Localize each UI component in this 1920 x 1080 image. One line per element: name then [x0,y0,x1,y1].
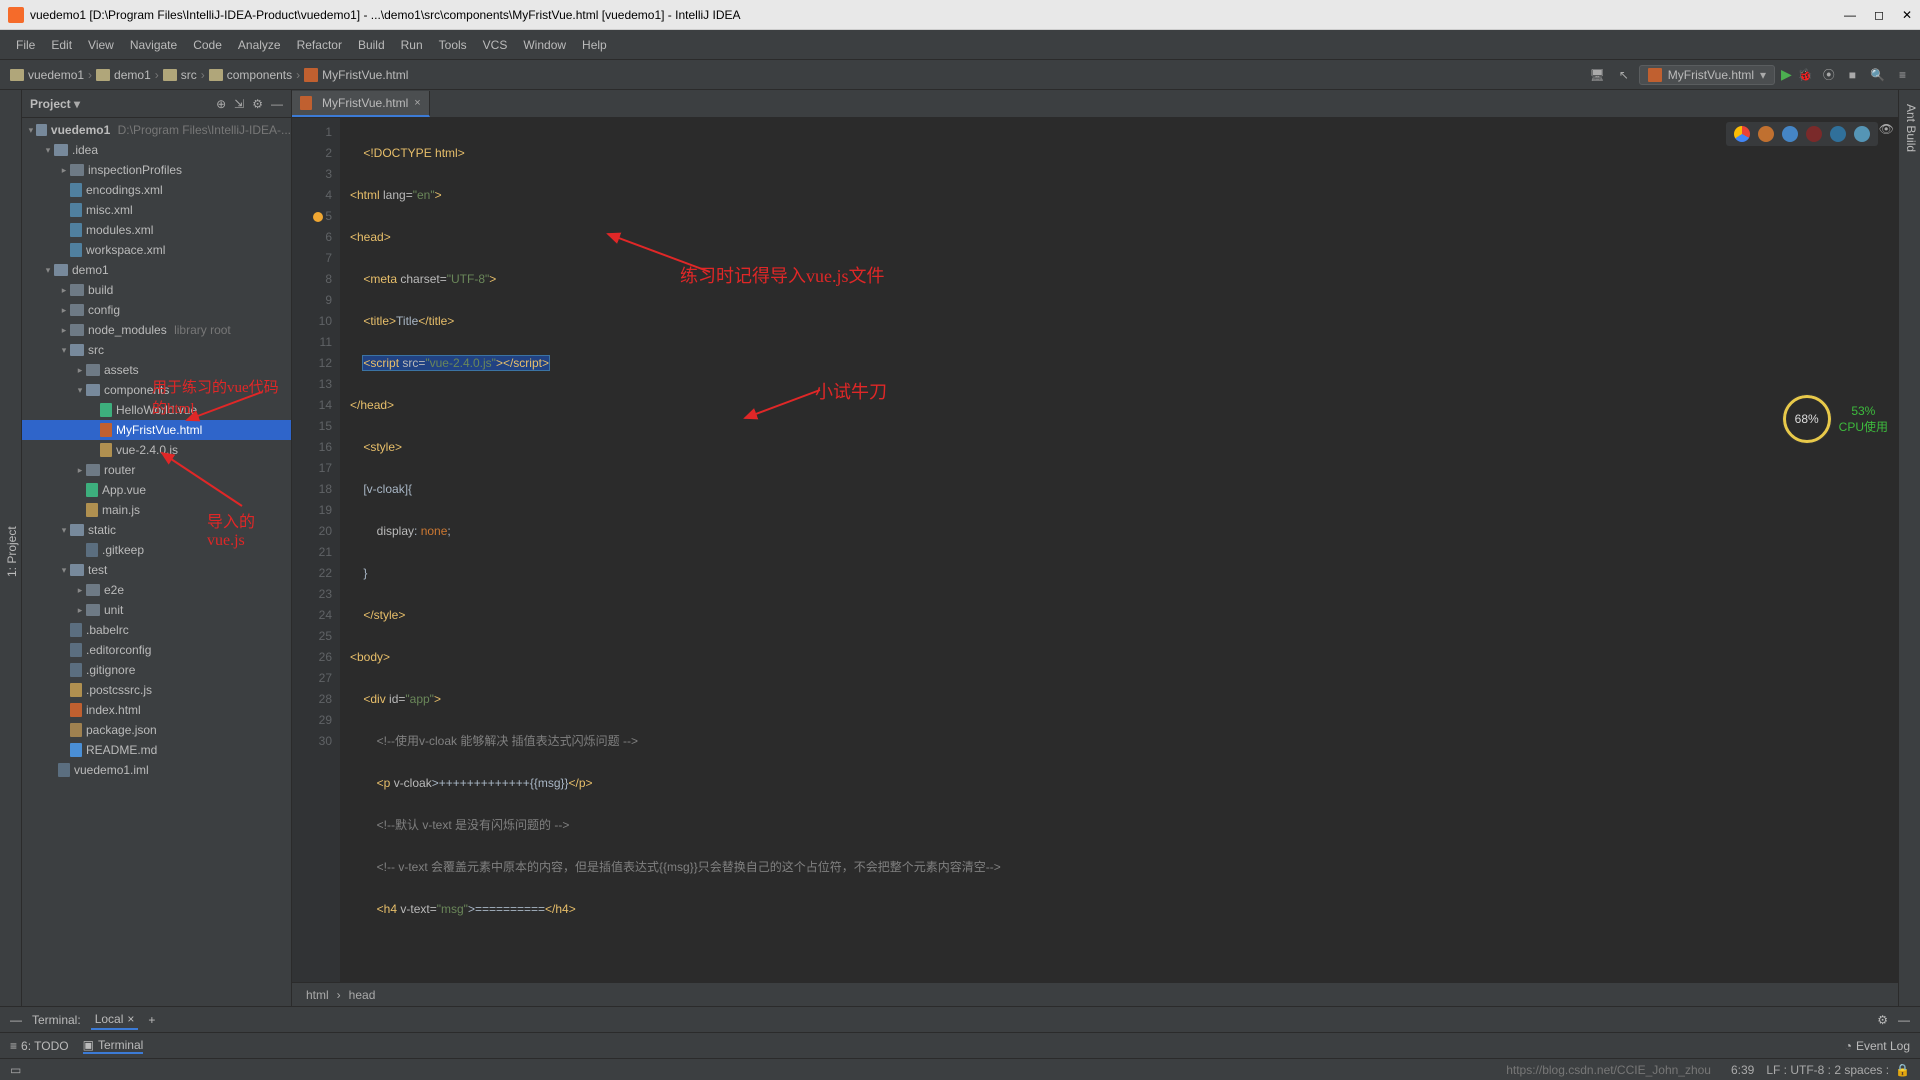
panel-settings-icon[interactable]: ⚙ [252,97,263,111]
menu-view[interactable]: View [80,34,122,56]
search-button[interactable]: 🔍 [1866,66,1889,84]
terminal-tab-local[interactable]: Local× [91,1010,139,1030]
right-tool-stripe: Ant Build m Maven Database [1898,90,1920,1006]
menu-file[interactable]: File [8,34,43,56]
project-panel-title: Project [30,97,71,111]
nav-row: vuedemo1 › demo1 › src › components › My… [0,60,1920,90]
status-lock-icon[interactable]: 🔒 [1895,1063,1910,1077]
menu-navigate[interactable]: Navigate [122,34,185,56]
menu-edit[interactable]: Edit [43,34,80,56]
back-icon[interactable]: ↖ [1615,66,1633,84]
titlebar: vuedemo1 [D:\Program Files\IntelliJ-IDEA… [0,0,1920,30]
menu-analyze[interactable]: Analyze [230,34,289,56]
project-panel: Project ▾ ⊕ ⇲ ⚙ — ▾vuedemo1 D:\Program F… [22,90,292,1006]
code-editor[interactable]: <!DOCTYPE html> <html lang="en"> <head> … [340,118,1898,982]
menu-help[interactable]: Help [574,34,615,56]
status-hint-icon[interactable]: ▭ [10,1063,21,1077]
crumb-root[interactable]: vuedemo1 [10,68,84,82]
menu-tools[interactable]: Tools [431,34,475,56]
tool-eventlog[interactable]: ◔ Event Log [1845,1039,1910,1053]
terminal-label: Terminal: [32,1013,81,1027]
project-tree[interactable]: ▾vuedemo1 D:\Program Files\IntelliJ-IDEA… [22,118,291,1006]
maximize-button[interactable]: ◻ [1874,8,1884,22]
minimize-button[interactable]: — [1844,8,1856,22]
stripe-structure[interactable]: 7: Structure [0,378,3,1006]
bottom-tool-strip: ≡ 6: TODO ▣ Terminal ◔ Event Log [0,1032,1920,1058]
editor-area: MyFristVue.html× 👁 1 2 3 4 5 6 7 8 9 10 … [292,90,1898,1006]
cpu-ring-percent: 68% [1795,412,1819,426]
close-icon[interactable]: × [414,97,420,109]
stripe-project[interactable]: 1: Project [3,98,21,1006]
panel-hide-icon[interactable]: — [271,97,283,111]
menu-window[interactable]: Window [515,34,574,56]
menu-vcs[interactable]: VCS [475,34,516,56]
terminal-minimize-icon[interactable]: — [1898,1013,1910,1027]
crumb-demo1[interactable]: demo1 [96,68,151,82]
tool-todo[interactable]: ≡ 6: TODO [10,1039,69,1053]
menu-run[interactable]: Run [393,34,431,56]
editor-tab[interactable]: MyFristVue.html× [292,91,430,117]
settings-button[interactable]: ≡ [1895,66,1910,84]
menu-refactor[interactable]: Refactor [289,34,350,56]
crumb-file[interactable]: MyFristVue.html [304,68,408,82]
statusbar: ▭ https://blog.csdn.net/CCIE_John_zhou 6… [0,1058,1920,1080]
close-button[interactable]: ✕ [1902,8,1912,22]
crumb-src[interactable]: src [163,68,197,82]
status-caret-pos[interactable]: 6:39 [1731,1063,1754,1077]
app-icon [8,7,24,23]
status-encoding[interactable]: LF : UTF-8 : 2 spaces : [1766,1063,1889,1077]
stop-button[interactable]: ■ [1845,66,1860,84]
terminal-settings-icon[interactable]: ⚙ [1877,1013,1888,1027]
debug-button[interactable]: 🐞 [1798,68,1813,82]
menubar: File Edit View Navigate Code Analyze Ref… [0,30,1920,60]
bulb-icon[interactable] [313,212,323,222]
panel-target-icon[interactable]: ⊕ [216,97,226,111]
crumb-components[interactable]: components [209,68,292,82]
watermark: https://blog.csdn.net/CCIE_John_zhou [1506,1063,1711,1077]
window-title: vuedemo1 [D:\Program Files\IntelliJ-IDEA… [30,8,741,22]
coverage-button[interactable]: ⦿ [1819,64,1839,85]
terminal-hide-icon[interactable]: — [10,1013,22,1027]
tree-selected-file: MyFristVue.html [22,420,291,440]
device-icon[interactable]: 🖥 [1585,66,1608,84]
run-config-selector[interactable]: MyFristVue.html▾ [1639,65,1775,85]
panel-collapse-icon[interactable]: ⇲ [234,97,244,111]
left-tool-stripe: 1: Project 7: Structure 2: Favorites [0,90,22,1006]
terminal-add-tab[interactable]: + [148,1013,155,1027]
line-gutter[interactable]: 1 2 3 4 5 6 7 8 9 10 11 12 13 14 15 16 1… [292,118,340,982]
stripe-antbuild[interactable]: Ant Build [1902,98,1920,1006]
tool-terminal[interactable]: ▣ Terminal [83,1038,144,1054]
menu-build[interactable]: Build [350,34,393,56]
editor-breadcrumb: html›head [292,982,1898,1006]
terminal-strip: — Terminal: Local× + ⚙ — [0,1006,1920,1032]
run-button[interactable]: ▶ [1781,66,1792,83]
editor-tabbar: MyFristVue.html× [292,90,1898,118]
breadcrumbs: vuedemo1 › demo1 › src › components › My… [10,68,408,82]
cpu-widget: 68% 53%CPU使用 [1783,395,1888,443]
menu-code[interactable]: Code [185,34,230,56]
